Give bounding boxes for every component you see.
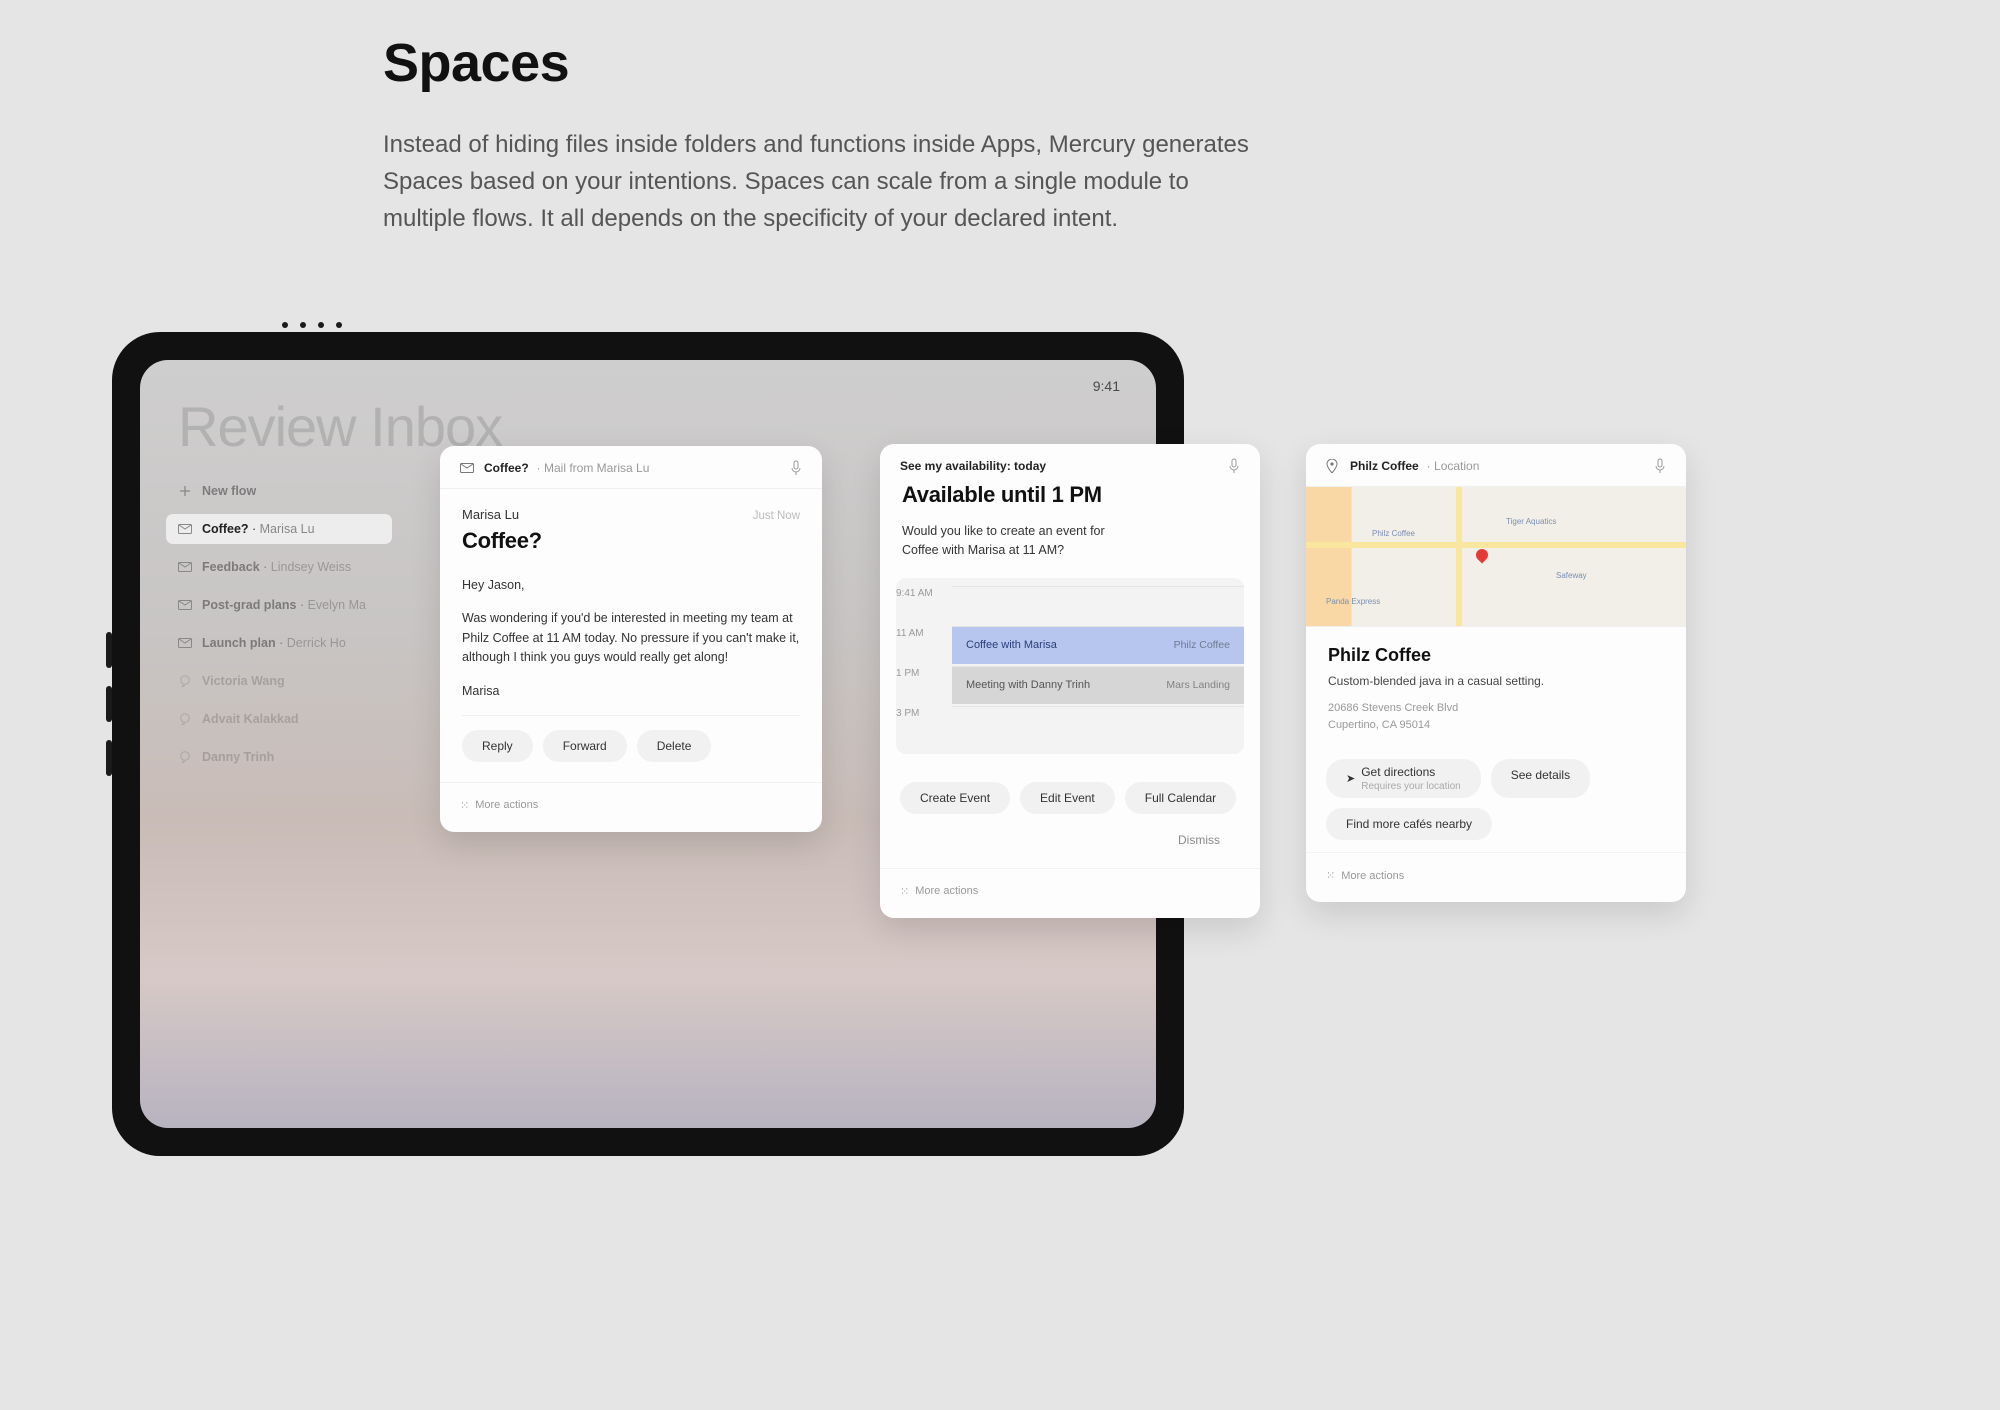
map-preview[interactable]: Philz Coffee Tiger Aquatics Safeway Pand… — [1306, 487, 1686, 627]
get-directions-label: Get directions — [1361, 765, 1435, 779]
availability-headline: Available until 1 PM — [880, 478, 1260, 522]
event-location: Mars Landing — [1166, 679, 1230, 691]
mail-icon — [460, 462, 476, 474]
sidebar-item-coffee[interactable]: Coffee? · Marisa Lu — [166, 514, 392, 544]
mail-card: Coffee? · Mail from Marisa Lu Marisa Lu … — [440, 446, 822, 832]
tablet-notches — [282, 322, 342, 328]
create-event-button[interactable]: Create Event — [900, 782, 1010, 814]
navigate-icon: ➤ — [1346, 772, 1355, 785]
schedule-time: 9:41 AM — [896, 586, 952, 626]
sidebar-item-label: Advait Kalakkad — [202, 712, 299, 726]
event-title: Coffee with Marisa — [966, 639, 1057, 651]
delete-button[interactable]: Delete — [637, 730, 712, 762]
sidebar-item-label: Launch plan — [202, 636, 276, 650]
reply-button[interactable]: Reply — [462, 730, 533, 762]
sidebar-item-label: Feedback — [202, 560, 260, 574]
mail-icon — [178, 638, 192, 648]
map-pin-icon — [1474, 547, 1491, 564]
more-actions-label: More actions — [1341, 870, 1404, 882]
more-actions-button[interactable]: ⁙ More actions — [460, 789, 538, 812]
sidebar-item-label: Danny Trinh — [202, 750, 274, 764]
mail-icon — [178, 562, 192, 572]
more-actions-label: More actions — [915, 885, 978, 897]
sidebar-item-label: Post-grad plans — [202, 598, 296, 612]
chat-icon — [178, 714, 192, 724]
schedule-preview: 9:41 AM 11 AM Coffee with Marisa Philz C… — [896, 578, 1244, 754]
location-context-title: Philz Coffee — [1350, 459, 1419, 473]
more-actions-button[interactable]: ⁙ More actions — [900, 875, 978, 898]
more-actions-label: More actions — [475, 799, 538, 811]
sidebar: New flow Coffee? · Marisa Lu Feedback · … — [166, 476, 392, 780]
forward-button[interactable]: Forward — [543, 730, 627, 762]
location-title: Philz Coffee — [1328, 645, 1664, 666]
plus-icon — [178, 486, 192, 496]
mail-from: Marisa Lu — [462, 507, 519, 522]
hero-body: Instead of hiding files inside folders a… — [383, 126, 1263, 238]
sidebar-item-postgrad[interactable]: Post-grad plans · Evelyn Ma — [166, 590, 392, 620]
schedule-event-coffee[interactable]: Coffee with Marisa Philz Coffee — [952, 627, 1244, 664]
hero-title: Spaces — [383, 32, 1283, 94]
schedule-time: 1 PM — [896, 666, 952, 706]
location-address-1: 20686 Stevens Creek Blvd — [1328, 700, 1664, 717]
find-nearby-button[interactable]: Find more cafés nearby — [1326, 808, 1492, 840]
event-title: Meeting with Danny Trinh — [966, 679, 1090, 691]
availability-card: See my availability: today Available unt… — [880, 444, 1260, 918]
mail-subject: Coffee? — [462, 528, 800, 554]
location-context-sub: Location — [1434, 459, 1479, 473]
availability-context: See my availability: today — [900, 459, 1046, 473]
edit-event-button[interactable]: Edit Event — [1020, 782, 1115, 814]
mail-paragraph: Was wondering if you'd be interested in … — [462, 609, 800, 667]
sidebar-item-sub: Lindsey Weiss — [271, 560, 351, 574]
hero-copy: Spaces Instead of hiding files inside fo… — [383, 32, 1283, 238]
sidebar-item-label: Coffee? — [202, 522, 249, 536]
get-directions-sub: Requires your location — [1361, 781, 1461, 792]
sidebar-item-launchplan[interactable]: Launch plan · Derrick Ho — [166, 628, 392, 658]
sidebar-new-flow[interactable]: New flow — [166, 476, 392, 506]
mail-signoff: Marisa — [462, 682, 800, 701]
sidebar-item-sub: Marisa Lu — [260, 522, 315, 536]
schedule-time: 3 PM — [896, 706, 952, 746]
see-details-button[interactable]: See details — [1491, 759, 1590, 798]
availability-card-header: See my availability: today — [880, 444, 1260, 478]
mail-icon — [178, 600, 192, 610]
location-card-header: Philz Coffee · Location — [1306, 444, 1686, 487]
event-location: Philz Coffee — [1174, 639, 1230, 651]
status-time: 9:41 — [1093, 378, 1120, 394]
availability-question: Would you like to create an event for Co… — [880, 522, 1130, 578]
chat-icon — [178, 752, 192, 762]
mic-icon[interactable] — [790, 460, 802, 476]
mic-icon[interactable] — [1228, 458, 1240, 474]
pin-icon — [1326, 460, 1342, 472]
mail-greeting: Hey Jason, — [462, 576, 800, 595]
location-card: Philz Coffee · Location Philz Coffee Tig… — [1306, 444, 1686, 902]
get-directions-button[interactable]: ➤ Get directions Requires your location — [1326, 759, 1481, 798]
location-address-2: Cupertino, CA 95014 — [1328, 717, 1664, 734]
dismiss-button[interactable]: Dismiss — [1158, 824, 1240, 856]
chat-icon — [178, 676, 192, 686]
more-icon: ⁙ — [1326, 869, 1333, 882]
mail-icon — [178, 524, 192, 534]
sidebar-new-flow-label: New flow — [202, 484, 256, 498]
sidebar-item-feedback[interactable]: Feedback · Lindsey Weiss — [166, 552, 392, 582]
mail-context-sub: Mail from Marisa Lu — [544, 461, 649, 475]
mail-card-header: Coffee? · Mail from Marisa Lu — [440, 446, 822, 489]
more-icon: ⁙ — [900, 885, 907, 898]
full-calendar-button[interactable]: Full Calendar — [1125, 782, 1236, 814]
mail-context-title: Coffee? — [484, 461, 529, 475]
sidebar-item-sub: Derrick Ho — [287, 636, 346, 650]
schedule-event-meeting[interactable]: Meeting with Danny Trinh Mars Landing — [952, 667, 1244, 704]
sidebar-item-danny[interactable]: Danny Trinh — [166, 742, 392, 772]
schedule-time: 11 AM — [896, 626, 952, 666]
more-icon: ⁙ — [460, 799, 467, 812]
sidebar-item-sub: Evelyn Ma — [308, 598, 366, 612]
location-description: Custom-blended java in a casual setting. — [1328, 674, 1664, 688]
sidebar-item-victoria[interactable]: Victoria Wang — [166, 666, 392, 696]
more-actions-button[interactable]: ⁙ More actions — [1326, 859, 1404, 882]
mic-icon[interactable] — [1654, 458, 1666, 474]
mail-when: Just Now — [753, 510, 800, 522]
sidebar-item-advait[interactable]: Advait Kalakkad — [166, 704, 392, 734]
sidebar-item-label: Victoria Wang — [202, 674, 285, 688]
tablet-side-buttons — [106, 632, 112, 776]
